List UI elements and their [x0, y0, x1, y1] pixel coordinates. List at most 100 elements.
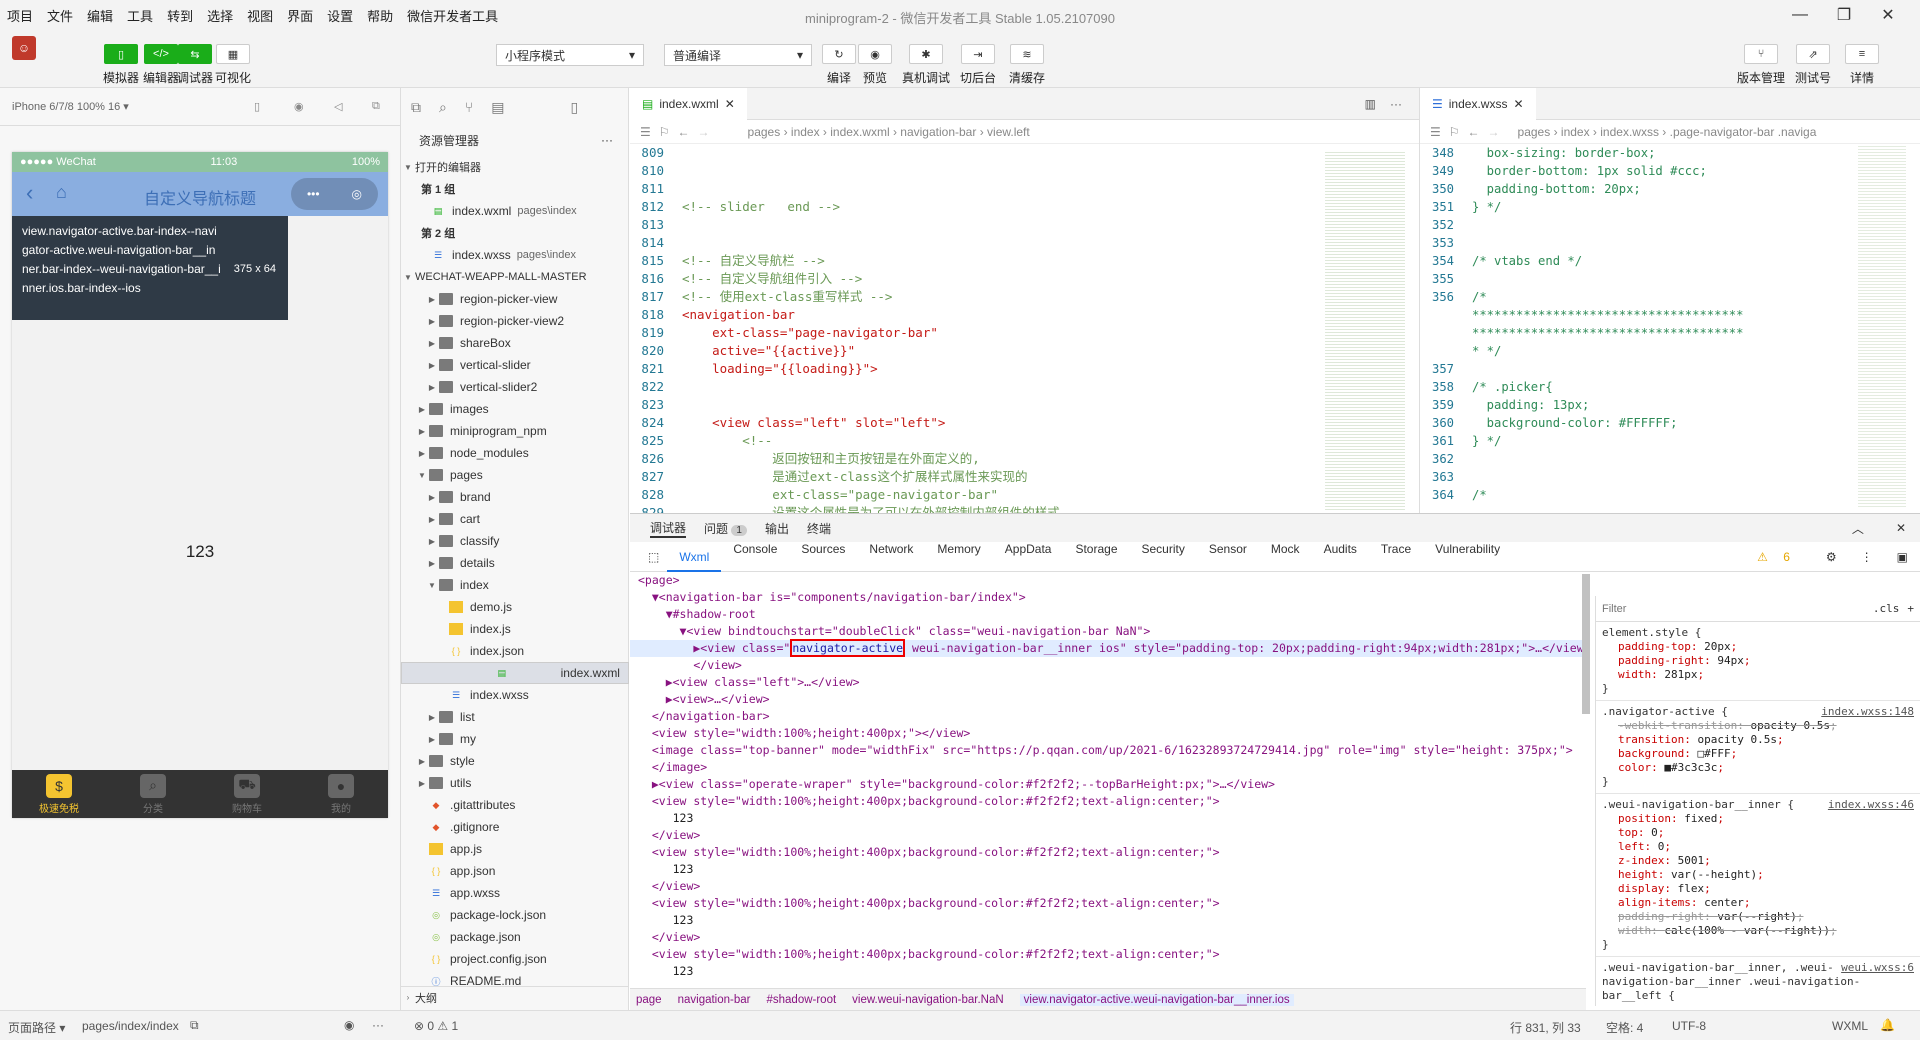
back-icon[interactable]: ← — [1468, 125, 1480, 139]
tree-item[interactable]: ▶ classify — [401, 530, 629, 552]
visual-button[interactable]: ▦ 可视化 — [210, 44, 256, 86]
indent-setting[interactable]: 空格: 4 — [1606, 1019, 1643, 1036]
style-property[interactable]: color: ■#3c3c3c; — [1602, 761, 1914, 775]
forward-icon[interactable]: → — [698, 125, 710, 139]
device-select[interactable]: iPhone 6/7/8 100% 16 ▾ — [12, 100, 129, 113]
more-icon[interactable]: ••• — [307, 187, 320, 201]
tree-item[interactable]: ☰ index.wxss — [401, 684, 629, 706]
tree-item[interactable]: ◆ .gitattributes — [401, 794, 629, 816]
tree-item[interactable]: ☰ app.wxss — [401, 882, 629, 904]
tree-item[interactable]: ▶ vertical-slider2 — [401, 376, 629, 398]
dom-node[interactable]: 123 — [630, 861, 1586, 878]
wxss-code-editor[interactable]: 348 box-sizing: border-box; 349 border-bo… — [1420, 144, 1830, 513]
source-link[interactable]: weui.wxss:6 — [1841, 961, 1914, 975]
panel-tab-security[interactable]: Security — [1130, 542, 1197, 572]
editor2-minimap[interactable] — [1858, 144, 1906, 509]
tree-item[interactable]: ◎ package.json — [401, 926, 629, 948]
chevron-up-icon[interactable]: ︿ — [1852, 520, 1864, 537]
editor1-minimap[interactable] — [1325, 150, 1405, 510]
restore-icon[interactable]: ❐ — [1822, 2, 1866, 28]
dom-node[interactable]: </view> — [630, 980, 1586, 982]
style-property[interactable]: left: 0; — [1602, 840, 1914, 854]
tree-item[interactable]: ▶ style — [401, 750, 629, 772]
bookmark-icon[interactable]: ⚐ — [1449, 125, 1460, 139]
style-property[interactable]: z-index: 5001; — [1602, 854, 1914, 868]
dom-breadcrumb-item[interactable]: #shadow-root — [766, 994, 836, 1006]
menu-item[interactable]: 设置 — [320, 6, 360, 25]
dom-node[interactable]: <page> — [630, 572, 1586, 589]
dom-breadcrumb-item[interactable]: navigation-bar — [678, 994, 751, 1006]
panel-tab-sources[interactable]: Sources — [789, 542, 857, 572]
warning-badge[interactable]: ⚠ 6 — [1745, 550, 1814, 564]
dom-node[interactable]: <view style="width:100%;height:400px;bac… — [630, 793, 1586, 810]
style-property[interactable]: padding-top: 20px; — [1602, 640, 1914, 654]
breadcrumb-item[interactable]: pages — [1518, 125, 1551, 139]
dom-node[interactable]: ▶<view class="left">…</view> — [630, 674, 1586, 691]
menu-item[interactable]: 项目 — [0, 6, 40, 25]
panel-tab-console[interactable]: Console — [721, 542, 789, 572]
tree-item[interactable]: ▶ brand — [401, 486, 629, 508]
panel-tab-network[interactable]: Network — [857, 542, 925, 572]
dom-breadcrumb-item[interactable]: view.weui-navigation-bar.NaN — [852, 994, 1004, 1006]
bookmark-icon[interactable]: ⚐ — [659, 125, 670, 139]
extensions-icon[interactable]: ▤ — [491, 99, 504, 116]
tab-terminal[interactable]: 终端 — [807, 520, 831, 537]
panel-tab-trace[interactable]: Trace — [1369, 542, 1423, 572]
background-button[interactable]: ⇥ 切后台 — [955, 44, 1001, 86]
split-editor-icon[interactable]: ▥ — [1365, 97, 1376, 111]
dom-breadcrumb-item[interactable]: view.navigator-active.weui-navigation-ba… — [1019, 993, 1294, 1006]
style-property[interactable]: background: □#FFF; — [1602, 747, 1914, 761]
bell-icon[interactable]: 🔔 — [1880, 1018, 1895, 1032]
breadcrumb-item[interactable]: index — [791, 125, 820, 139]
more-icon[interactable]: ··· — [372, 1018, 384, 1032]
open-editor-item[interactable]: ▤ index.wxml pages\index — [401, 200, 629, 222]
dom-node[interactable]: <view style="width:100%;height:400px;bac… — [630, 946, 1586, 963]
outline-section[interactable]: › 大纲 — [401, 986, 629, 1008]
tree-item[interactable]: ▼ pages — [401, 464, 629, 486]
tree-item[interactable]: ▶ images — [401, 398, 629, 420]
style-property[interactable]: display: flex; — [1602, 882, 1914, 896]
capsule-menu[interactable]: ••• ◎ — [291, 178, 378, 210]
page-path-select[interactable]: 页面路径 ▾ — [8, 1019, 65, 1036]
cls-toggle[interactable]: .cls — [1873, 602, 1900, 616]
dom-node[interactable]: </image> — [630, 759, 1586, 776]
tree-item[interactable]: ▶ miniprogram_npm — [401, 420, 629, 442]
tree-item[interactable]: ▼ index — [401, 574, 629, 596]
tree-item[interactable]: ▶ vertical-slider — [401, 354, 629, 376]
project-section[interactable]: ▼ WECHAT-WEAPP-MALL-MASTER — [401, 266, 629, 288]
panel-tab-vulnerability[interactable]: Vulnerability — [1423, 542, 1512, 572]
record-icon[interactable]: ◉ — [294, 100, 304, 113]
editor-tab[interactable]: ▤ index.wxml ✕ — [630, 87, 747, 120]
source-link[interactable]: index.wxss:46 — [1828, 798, 1914, 812]
forward-icon[interactable]: → — [1488, 125, 1500, 139]
tree-item[interactable]: ▶ my — [401, 728, 629, 750]
details-button[interactable]: ≡ 详情 — [1839, 44, 1885, 86]
close-icon[interactable]: ✕ — [725, 97, 735, 111]
tab-cart[interactable]: ⛟ 购物车 — [200, 770, 294, 818]
volume-icon[interactable]: ◁ — [334, 100, 342, 113]
dom-node[interactable]: </view> — [630, 827, 1586, 844]
panel-tab-wxml[interactable]: Wxml — [667, 542, 722, 572]
breadcrumb-item[interactable]: index.wxss — [1600, 125, 1659, 139]
breadcrumb-item[interactable]: index — [1561, 125, 1590, 139]
dom-node[interactable]: 123 — [630, 912, 1586, 929]
style-property[interactable]: position: fixed; — [1602, 812, 1914, 826]
dom-node[interactable]: ▶<view class=" navigator-active weui-navi… — [630, 639, 1586, 657]
tree-item[interactable]: ▶ list — [401, 706, 629, 728]
more-icon[interactable]: ··· — [601, 133, 613, 147]
dock-icon[interactable]: ▣ — [1885, 550, 1920, 564]
preview-button[interactable]: ◉ 预览 — [852, 44, 898, 86]
dom-node[interactable]: 123 — [630, 810, 1586, 827]
dom-node[interactable]: ▼#shadow-root — [630, 606, 1586, 623]
cursor-position[interactable]: 行 831, 列 33 — [1510, 1019, 1581, 1036]
style-property[interactable]: padding-right: 94px; — [1602, 654, 1914, 668]
dom-breadcrumb-item[interactable]: page — [636, 994, 662, 1006]
menu-item[interactable]: 界面 — [280, 6, 320, 25]
dom-node[interactable]: </view> — [630, 878, 1586, 895]
style-property[interactable]: width: 281px; — [1602, 668, 1914, 682]
clear-cache-button[interactable]: ≋ 清缓存 — [1004, 44, 1050, 86]
tab-problems[interactable]: 问题 1 — [704, 520, 747, 537]
compile-select[interactable]: 普通编译 ▾ — [664, 44, 812, 66]
dom-node[interactable]: ▶<view class="operate-wraper" style="bac… — [630, 776, 1586, 793]
list-icon[interactable]: ☰ — [1430, 125, 1441, 139]
